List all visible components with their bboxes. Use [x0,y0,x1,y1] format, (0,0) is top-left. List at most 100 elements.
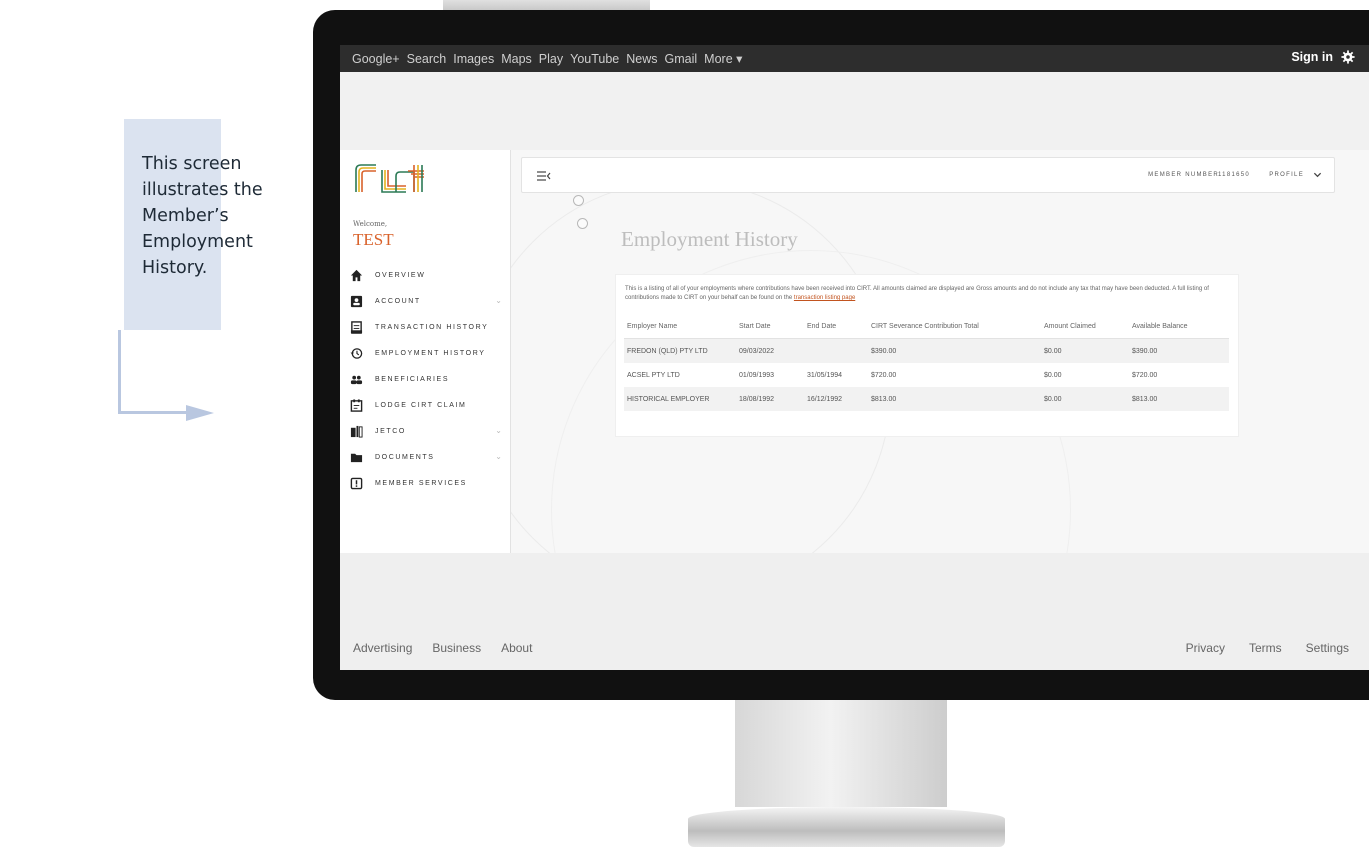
user-name: TEST [353,230,394,249]
sidebar-nav: OVERVIEW ACCOUNT ⌄ TRANSACTION HISTORY E… [350,262,510,496]
footer-link-about[interactable]: About [501,641,532,655]
gbar-link-maps[interactable]: Maps [501,52,532,66]
gbar-link-google-plus[interactable]: Google+ [352,52,400,66]
sidebar-item-label: ACCOUNT [375,297,421,305]
table-cell: 09/03/2022 [739,347,775,355]
table-cell: $390.00 [871,347,897,355]
footer-left-links: Advertising Business About [353,641,532,655]
sidebar-item-label: LODGE CIRT CLAIM [375,401,467,409]
gbar-link-news[interactable]: News [626,52,657,66]
gbar-link-gmail[interactable]: Gmail [665,52,698,66]
collapse-menu-icon[interactable] [537,170,551,182]
gbar-link-search[interactable]: Search [407,52,447,66]
monitor-stand-base [688,807,1005,847]
table-row: FREDON (QLD) PTY LTD 09/03/2022 $390.00 … [624,339,1229,363]
sidebar-item-label: EMPLOYMENT HISTORY [375,349,486,357]
sidebar-item-member-services[interactable]: MEMBER SERVICES [350,470,510,496]
table-row: HISTORICAL EMPLOYER 18/08/1992 16/12/199… [624,387,1229,411]
table-cell: 31/05/1994 [807,371,843,379]
table-cell: $813.00 [1132,395,1158,403]
claim-icon [350,398,363,412]
sidebar-item-label: JETCO [375,427,406,435]
employment-history-card: This is a listing of all of your employm… [615,274,1239,437]
table-cell: $720.00 [1132,371,1158,379]
footer-link-privacy[interactable]: Privacy [1186,641,1225,655]
decorative-circle [573,195,584,206]
top-bar: MEMBER NUMBER: 1181650 PROFILE [521,157,1335,193]
sidebar: Welcome, TEST OVERVIEW ACCOUNT ⌄ TRANSAC [340,150,511,553]
callout-text: This screen illustrates the Member’s Emp… [142,154,263,278]
column-header: End Date [807,323,837,330]
table-cell: $0.00 [1044,395,1062,403]
monitor-stand-neck [735,697,947,807]
sign-in-button[interactable]: Sign in [1291,50,1333,64]
column-header: Available Balance [1132,323,1188,330]
sidebar-item-lodge-cirt-claim[interactable]: LODGE CIRT CLAIM [350,392,510,418]
sidebar-item-label: BENEFICIARIES [375,375,450,383]
sidebar-item-documents[interactable]: DOCUMENTS ⌄ [350,444,510,470]
column-header: Employer Name [627,323,678,330]
google-footer: Advertising Business About Privacy Terms… [340,553,1369,670]
chevron-down-icon[interactable] [1313,170,1322,179]
gbar-link-play[interactable]: Play [539,52,563,66]
home-icon [350,269,363,281]
sidebar-item-employment-history[interactable]: EMPLOYMENT HISTORY [350,340,510,366]
table-cell: HISTORICAL EMPLOYER [627,395,710,403]
gbar-link-youtube[interactable]: YouTube [570,52,619,66]
google-page-top [340,72,1369,152]
table-cell: $813.00 [871,395,897,403]
sidebar-item-overview[interactable]: OVERVIEW [350,262,510,288]
receipt-icon [350,320,363,334]
table-cell: $0.00 [1044,347,1062,355]
monitor-screen: Google+ Search Images Maps Play YouTube … [340,45,1369,670]
chevron-down-icon: ⌄ [495,296,502,305]
gear-icon[interactable] [1341,50,1355,64]
gbar-link-images[interactable]: Images [453,52,494,66]
table-cell: 16/12/1992 [807,395,843,403]
main-content: MEMBER NUMBER: 1181650 PROFILE Employmen… [511,150,1369,553]
welcome-label: Welcome, [353,220,388,228]
sidebar-item-jetco[interactable]: JETCO ⌄ [350,418,510,444]
sidebar-item-transaction-history[interactable]: TRANSACTION HISTORY [350,314,510,340]
sidebar-item-label: MEMBER SERVICES [375,479,467,487]
stage: This screen illustrates the Member’s Emp… [0,0,1369,847]
footer-link-settings[interactable]: Settings [1306,641,1349,655]
folder-icon [350,453,363,462]
column-header: CIRT Severance Contribution Total [871,323,979,330]
member-number-value: 1181650 [1217,172,1250,178]
decorative-circle [577,218,588,229]
footer-link-business[interactable]: Business [432,641,481,655]
cirt-app: Welcome, TEST OVERVIEW ACCOUNT ⌄ TRANSAC [340,150,1369,553]
table-header-row: Employer Name Start Date End Date CIRT S… [624,315,1229,339]
table-cell: $720.00 [871,371,897,379]
sidebar-item-label: OVERVIEW [375,271,426,279]
arrow-right-icon [186,405,214,421]
gbar-link-more[interactable]: More ▾ [704,51,742,66]
callout-box: This screen illustrates the Member’s Emp… [124,119,263,330]
footer-link-terms[interactable]: Terms [1249,641,1282,655]
sidebar-item-beneficiaries[interactable]: BENEFICIARIES [350,366,510,392]
column-header: Amount Claimed [1044,323,1096,330]
footer-right-links: Privacy Terms Settings [1186,641,1349,655]
member-number-label: MEMBER NUMBER: [1148,172,1222,178]
chevron-down-icon: ⌄ [495,452,502,461]
table-cell: $390.00 [1132,347,1158,355]
column-header: Start Date [739,323,771,330]
services-icon [350,477,363,489]
callout-arrow-line [118,330,121,413]
gbar-right: Sign in [1291,50,1355,64]
sidebar-item-account[interactable]: ACCOUNT ⌄ [350,288,510,314]
callout-arrow-line-horizontal [118,411,188,414]
transaction-listing-link[interactable]: transaction listing page [794,295,855,301]
table-cell: ACSEL PTY LTD [627,371,680,379]
footer-link-advertising[interactable]: Advertising [353,641,412,655]
profile-menu[interactable]: PROFILE [1269,172,1304,178]
monitor-stand-top [443,0,650,10]
employment-table: Employer Name Start Date End Date CIRT S… [624,315,1229,411]
intro-text: This is a listing of all of your employm… [625,285,1225,303]
table-cell: 01/09/1993 [739,371,775,379]
sidebar-item-label: DOCUMENTS [375,453,435,461]
intro-paragraph: This is a listing of all of your employm… [625,286,1209,301]
page-title: Employment History [621,227,798,251]
people-icon [350,375,363,384]
